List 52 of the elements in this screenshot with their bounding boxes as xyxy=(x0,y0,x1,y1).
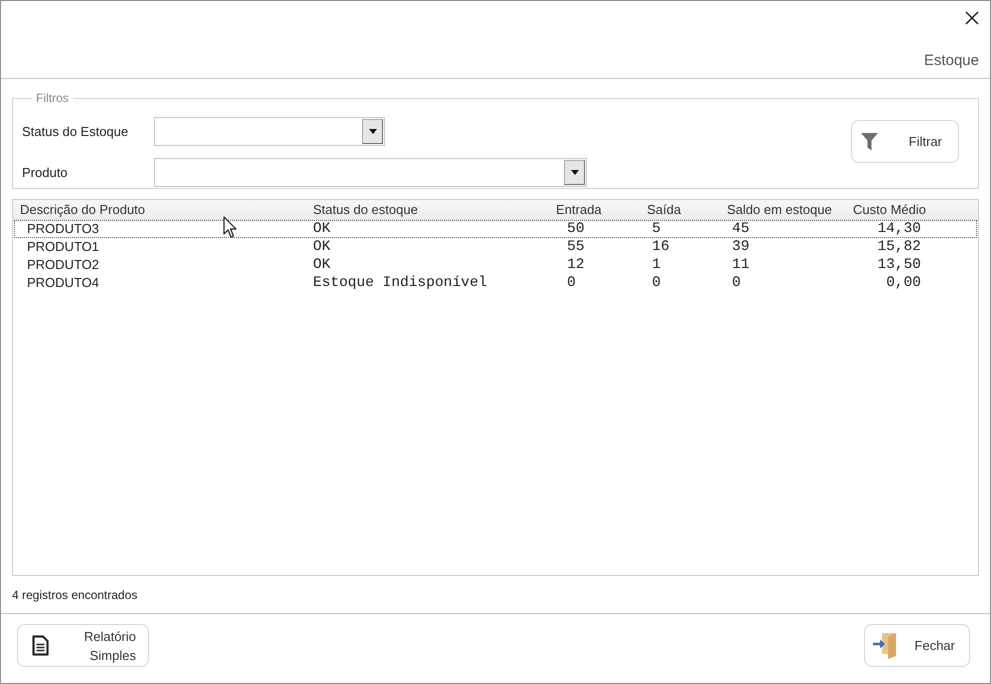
filter-button[interactable]: Filtrar xyxy=(851,120,959,163)
group-legend: Filtros xyxy=(32,89,73,107)
table-cell: OK xyxy=(313,221,330,237)
table-cell: 0 xyxy=(652,275,661,291)
caret-icon xyxy=(368,129,376,134)
table-row[interactable]: PRODUTO2 OK 12 1 11 13,50 xyxy=(14,256,977,274)
table-cell: 13,50 xyxy=(877,257,921,273)
door-arrow-icon xyxy=(872,632,898,660)
table-cell: 12 xyxy=(567,257,584,273)
table-cell: OK xyxy=(313,257,330,273)
document-icon xyxy=(32,635,49,656)
table-cell: 1 xyxy=(652,257,661,273)
table-cell: 0 xyxy=(567,275,576,291)
table-cell: 5 xyxy=(652,221,661,237)
table-cell: 50 xyxy=(567,221,584,237)
funnel-icon xyxy=(861,132,878,150)
window-title: Estoque xyxy=(924,51,979,71)
table-cell: PRODUTO2 xyxy=(27,257,99,273)
table-cell: 55 xyxy=(567,239,584,255)
dropdown-field[interactable] xyxy=(154,158,587,187)
table-row[interactable]: PRODUTO4 Estoque Indisponível 0 0 0 0,00 xyxy=(14,274,977,292)
table-row[interactable]: PRODUTO1 OK 55 16 39 15,82 xyxy=(14,238,977,256)
column-header[interactable]: Status do estoque xyxy=(309,200,552,220)
table-cell: Estoque Indisponível xyxy=(313,275,488,291)
dropdown-button[interactable] xyxy=(362,119,383,144)
table-cell: 15,82 xyxy=(877,239,921,255)
column-header[interactable]: Saída xyxy=(643,200,723,220)
dropdown-field[interactable] xyxy=(154,117,385,146)
table-cell: 14,30 xyxy=(877,221,921,237)
report-button[interactable]: Relatório Simples xyxy=(17,624,149,667)
close-button[interactable]: Fechar xyxy=(864,624,970,667)
field-label: Produto xyxy=(22,164,69,182)
table-cell: OK xyxy=(313,239,330,255)
close-icon[interactable] xyxy=(965,11,979,25)
column-header[interactable]: Entrada xyxy=(552,200,643,220)
dropdown-button[interactable] xyxy=(564,160,585,185)
table-cell: 11 xyxy=(732,257,750,273)
mouse-pointer-icon xyxy=(223,216,237,238)
column-header[interactable]: Saldo em estoque xyxy=(723,200,849,220)
table-cell: PRODUTO4 xyxy=(27,275,99,291)
table-cell: PRODUTO3 xyxy=(27,221,99,237)
table-cell: 16 xyxy=(652,239,670,255)
table-cell: 0,00 xyxy=(886,275,921,291)
field-label: Status do Estoque xyxy=(22,122,130,141)
table-cell: 45 xyxy=(732,221,750,237)
column-header[interactable]: Descrição do Produto xyxy=(13,200,309,220)
caret-icon xyxy=(570,170,578,175)
table-cell: 0 xyxy=(732,275,741,291)
table-cell: PRODUTO1 xyxy=(27,239,99,255)
table-cell: 39 xyxy=(732,239,750,255)
column-header[interactable]: Custo Médio xyxy=(849,200,929,220)
status-text: 4 registros encontrados xyxy=(12,586,138,604)
